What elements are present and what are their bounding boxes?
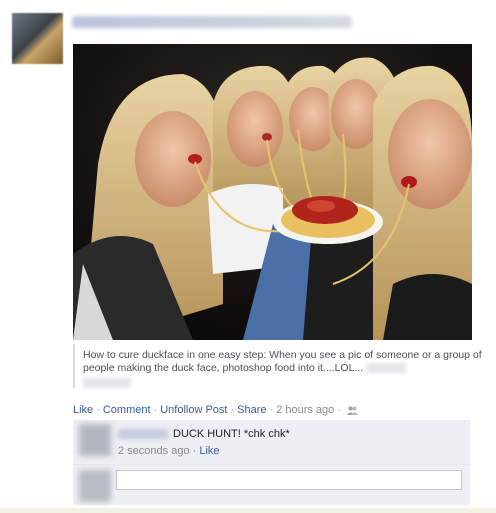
post-photo[interactable] <box>73 44 472 340</box>
poster-name-blurred <box>72 16 352 28</box>
comments-section: DUCK HUNT! *chk chk* 2 seconds ago · Lik… <box>73 420 470 505</box>
commenter-avatar[interactable] <box>79 424 111 456</box>
comment-meta: 2 seconds ago · Like <box>118 445 220 457</box>
caption-block: How to cure duckface in one easy step: W… <box>73 344 496 388</box>
timestamp-link[interactable]: 2 hours ago <box>276 404 334 416</box>
poster-avatar[interactable] <box>12 13 63 64</box>
comment-like-link[interactable]: Like <box>199 445 219 457</box>
bottom-edge <box>0 508 496 513</box>
reply-row <box>73 465 470 505</box>
people-icon[interactable] <box>346 406 358 415</box>
like-link[interactable]: Like <box>73 404 93 416</box>
separator: · <box>230 404 235 416</box>
separator: · <box>269 404 274 416</box>
separator: · <box>153 404 158 416</box>
comment-link[interactable]: Comment <box>103 404 151 416</box>
separator: · <box>96 404 100 416</box>
caption-redacted <box>366 363 407 374</box>
post-caption: How to cure duckface in one easy step: W… <box>83 349 496 375</box>
share-link[interactable]: Share <box>237 404 266 416</box>
post-actions: Like · Comment · Unfollow Post · Share · 2 hours… <box>73 404 358 416</box>
caption-redacted-line <box>83 378 131 388</box>
photo-illustration <box>73 44 472 340</box>
comment: DUCK HUNT! *chk chk* 2 seconds ago · Lik… <box>73 420 470 465</box>
commenter-name-blurred[interactable] <box>118 429 168 439</box>
comment-text: DUCK HUNT! *chk chk* <box>173 428 290 440</box>
viewer-avatar <box>79 470 111 502</box>
post-caption-text: How to cure duckface in one easy step: W… <box>83 349 482 374</box>
unfollow-post-link[interactable]: Unfollow Post <box>160 404 227 416</box>
separator: · <box>337 404 341 416</box>
comment-time: 2 seconds ago <box>118 445 190 457</box>
facebook-post: How to cure duckface in one easy step: W… <box>0 0 496 513</box>
comment-input[interactable] <box>116 470 462 490</box>
